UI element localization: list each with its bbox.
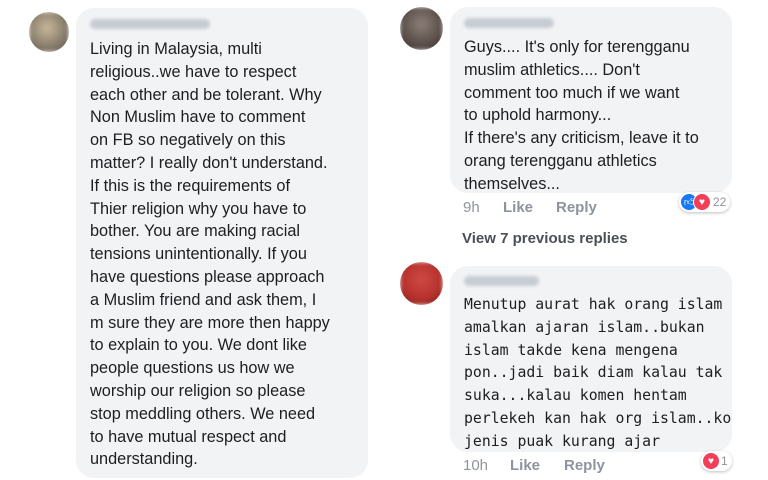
comment-text: Guys.... It's only for terengganu muslim… [464, 38, 699, 193]
avatar[interactable] [29, 12, 69, 52]
comment-actions: 10h Like Reply [463, 457, 605, 474]
comment-timestamp[interactable]: 9h [463, 199, 503, 216]
like-button[interactable]: Like [503, 199, 556, 216]
reaction-summary[interactable]: 👍︎ ♥ 22 [679, 192, 731, 212]
comment-bubble: Menutup aurat hak orang islam amalkan aj… [450, 266, 732, 452]
reaction-summary[interactable]: ♥ 1 [701, 451, 732, 471]
like-button[interactable]: Like [510, 457, 564, 474]
heart-icon: ♥ [703, 453, 719, 469]
comment-text: Living in Malaysia, multi religious..we … [90, 40, 330, 469]
reply-button[interactable]: Reply [564, 457, 605, 474]
comment-text: Menutup aurat hak orang islam amalkan aj… [464, 296, 732, 450]
reply-button[interactable]: Reply [556, 199, 597, 216]
comment-bubble: Living in Malaysia, multi religious..we … [76, 8, 368, 478]
commenter-name[interactable] [464, 18, 554, 28]
reaction-count: 1 [721, 454, 728, 468]
reaction-count: 22 [713, 195, 727, 209]
avatar[interactable] [400, 262, 443, 305]
avatar[interactable] [400, 7, 443, 50]
heart-icon: ♥ [693, 193, 711, 211]
commenter-name[interactable] [90, 19, 210, 29]
commenter-name[interactable] [464, 276, 539, 286]
comment-actions: 9h Like Reply [463, 199, 597, 216]
comment-bubble: Guys.... It's only for terengganu muslim… [450, 7, 732, 193]
comment-timestamp[interactable]: 10h [463, 457, 510, 474]
view-previous-replies-link[interactable]: View 7 previous replies [462, 230, 628, 247]
